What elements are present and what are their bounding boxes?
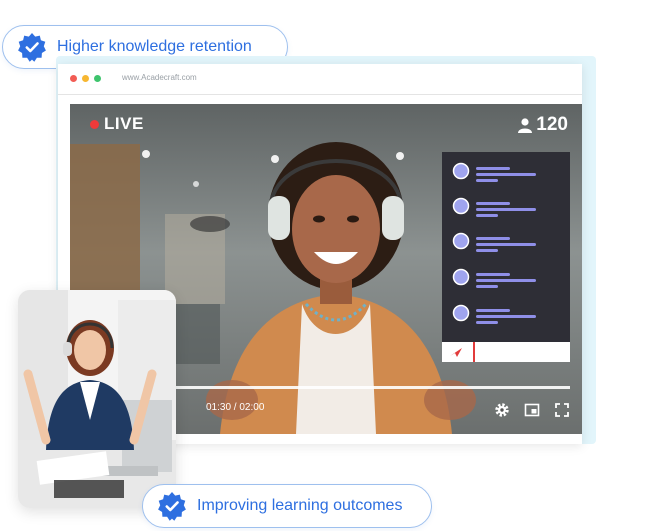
minimize-window-dot[interactable] <box>82 75 89 82</box>
viewer-count: 120 <box>517 114 568 136</box>
gear-icon[interactable] <box>494 402 510 418</box>
chat-message <box>452 232 562 254</box>
chat-input-graphic <box>450 342 475 362</box>
badge-label: Higher knowledge retention <box>57 38 252 55</box>
fullscreen-icon[interactable] <box>554 402 570 418</box>
chat-message-graphic <box>452 268 536 288</box>
viewer-count-value: 120 <box>536 114 568 135</box>
person-icon <box>518 118 533 133</box>
close-window-dot[interactable] <box>70 75 77 82</box>
chat-message <box>452 304 562 326</box>
feature-badge-outcomes: Improving learning outcomes <box>142 484 432 528</box>
verified-seal-icon <box>18 33 46 62</box>
send-arrow-icon <box>450 348 462 357</box>
chat-message-graphic <box>452 162 536 182</box>
chat-message <box>452 197 562 219</box>
student-photo <box>18 290 176 508</box>
chat-input[interactable] <box>442 342 570 362</box>
browser-toolbar: www.Acadecraft.com <box>58 64 582 95</box>
maximize-window-dot[interactable] <box>94 75 101 82</box>
student-photo-graphic <box>18 290 176 508</box>
chat-message <box>452 268 562 290</box>
video-time: 01:30 / 02:00 <box>206 402 265 413</box>
live-label: LIVE <box>104 114 144 133</box>
chat-message-graphic <box>452 197 536 217</box>
chat-message-graphic <box>452 232 536 252</box>
chat-message <box>452 162 562 184</box>
verified-seal-icon <box>158 492 186 521</box>
text-cursor <box>473 342 475 362</box>
live-indicator: LIVE <box>90 114 144 134</box>
live-chat-panel[interactable] <box>442 152 570 362</box>
live-dot <box>90 119 99 129</box>
address-bar[interactable]: www.Acadecraft.com <box>122 73 197 82</box>
video-progress-bar[interactable] <box>176 386 570 389</box>
miniplayer-icon[interactable] <box>524 402 540 418</box>
chat-message-graphic <box>452 304 536 324</box>
badge-label: Improving learning outcomes <box>197 497 403 514</box>
